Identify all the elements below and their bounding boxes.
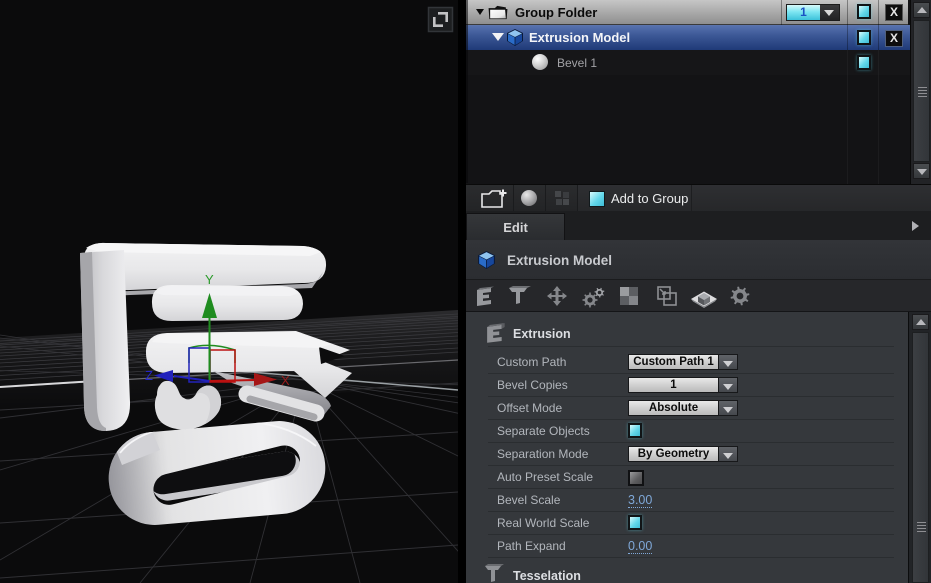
svg-text:Y: Y bbox=[205, 272, 214, 287]
svg-text:X: X bbox=[281, 373, 290, 388]
svg-text:Z: Z bbox=[145, 368, 153, 383]
